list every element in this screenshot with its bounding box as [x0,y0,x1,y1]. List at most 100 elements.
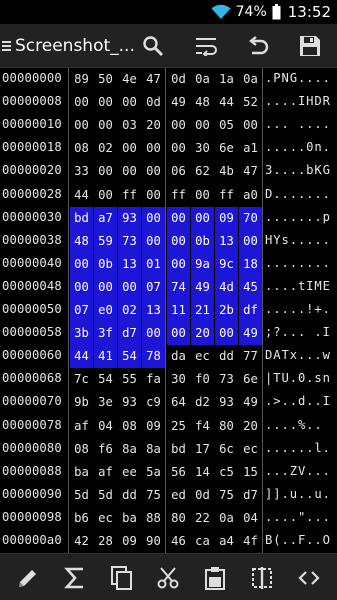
file-title[interactable]: Screenshot_... [15,36,135,56]
hex-byte-selected[interactable]: d7 [118,322,141,346]
hex-byte[interactable]: ec [239,438,262,461]
hex-byte-selected[interactable]: 07 [70,299,93,322]
hex-byte[interactable]: 6e [239,368,262,391]
hex-byte[interactable]: 52 [239,91,262,114]
hex-byte[interactable]: af [94,461,117,484]
hex-byte[interactable]: 05 [215,114,238,137]
hex-byte[interactable]: 46 [167,530,190,553]
hex-byte[interactable]: 75 [142,484,165,507]
hex-byte[interactable]: 93 [118,391,141,414]
hex-byte[interactable]: 6c [215,438,238,461]
hex-byte[interactable]: 15 [239,461,262,484]
hex-byte[interactable]: 47 [239,160,262,183]
hex-byte[interactable]: 00 [118,137,141,160]
hex-byte[interactable]: 89 [70,68,93,91]
hex-byte-selected[interactable]: 00 [215,322,238,346]
hex-byte[interactable]: 75 [215,484,238,507]
hex-byte-selected[interactable]: 00 [118,275,141,299]
hex-byte-selected[interactable]: 00 [167,229,190,253]
hex-byte[interactable]: 04 [239,507,262,530]
hex-byte-selected[interactable]: 01 [142,252,165,276]
hex-byte-selected[interactable]: 21 [191,299,214,322]
hex-row[interactable]: 00000010 00 00 03 20 00 00 05 00... .... [0,114,337,137]
hex-byte[interactable]: 0a [239,68,262,91]
hex-grid[interactable]: 00000000 89 50 4e 47 0d 0a 1a 0a .PNG.... 00000008… [0,68,337,553]
hex-byte[interactable]: 0d [142,91,165,114]
hex-byte[interactable]: 3e [94,391,117,414]
hex-byte-selected[interactable]: 00 [142,322,165,346]
ascii-text[interactable]: ...."... [265,510,331,524]
hex-byte[interactable]: a1 [239,137,262,160]
hex-byte[interactable]: ee [118,461,141,484]
hex-row[interactable]: 00000098 b6 ec ba 88 80 22 0a 04 ...."... [0,507,337,530]
save-button[interactable] [290,24,330,68]
hex-byte[interactable]: 00 [167,114,190,137]
hex-byte[interactable]: 03 [118,114,141,137]
hex-byte[interactable]: 00 [167,137,190,160]
split-button[interactable] [242,554,282,600]
hex-byte[interactable]: d2 [191,391,214,414]
hex-byte[interactable]: 88 [142,507,165,530]
hex-byte[interactable]: 04 [94,415,117,438]
hex-byte[interactable]: 09 [142,415,165,438]
hex-byte[interactable]: f4 [191,415,214,438]
hex-byte[interactable]: 22 [191,507,214,530]
hex-byte-selected[interactable]: a7 [94,206,117,230]
hex-byte-selected[interactable]: 41 [94,345,117,369]
hex-byte-selected[interactable]: 0b [94,252,117,276]
hex-byte-selected[interactable]: 02 [118,299,141,322]
hex-byte[interactable]: 77 [239,345,262,368]
hex-row[interactable]: 00000018 08 02 00 00 00 30 6e a1 .....0n. [0,137,337,160]
ascii-text[interactable]: .>..d..I [265,394,331,408]
hex-byte-selected[interactable]: 3f [94,322,117,346]
hex-byte[interactable]: 49 [239,391,262,414]
hex-byte[interactable]: 7c [70,368,93,391]
hex-byte[interactable]: 4e [118,68,141,91]
hex-byte-selected[interactable]: 00 [142,206,165,230]
hex-byte[interactable]: 5d [94,484,117,507]
hex-row[interactable]: 000000a0 42 28 09 90 46 ca a4 4f B(..F..O [0,530,337,553]
hex-byte[interactable]: 80 [215,415,238,438]
hex-byte[interactable]: 5d [70,484,93,507]
hex-byte[interactable]: 1a [215,68,238,91]
hex-row[interactable]: 00000020 33 00 00 00 06 62 4b 47 3....bKG [0,160,337,183]
hex-byte-selected[interactable]: 49 [239,322,262,346]
hex-byte[interactable]: 08 [70,137,93,160]
hex-byte-selected[interactable]: 00 [70,252,93,276]
hex-byte[interactable]: bd [167,438,190,461]
hex-byte[interactable]: 00 [239,114,262,137]
hex-byte[interactable]: 4f [239,530,262,553]
hex-byte-selected[interactable]: 07 [142,275,165,299]
hex-byte[interactable]: 00 [94,91,117,114]
hex-row[interactable]: 00000048 00 00 00 07 74 49 4d 45 ....tIME [0,275,337,299]
hex-row[interactable]: 00000078 af 04 08 09 25 f4 80 20....%.. [0,415,337,438]
hex-byte[interactable]: c5 [215,461,238,484]
hex-byte-selected[interactable]: 13 [118,252,141,276]
hex-byte-selected[interactable]: 13 [142,299,165,322]
hex-byte-selected[interactable]: 3b [70,322,93,346]
hex-byte-selected[interactable]: 9c [215,252,238,276]
hex-byte[interactable]: ca [191,530,214,553]
hex-byte-selected[interactable]: 9a [191,252,214,276]
hex-byte[interactable]: 62 [191,160,214,183]
hex-byte[interactable]: fa [142,368,165,391]
hex-byte[interactable]: 08 [118,415,141,438]
hex-byte[interactable]: 00 [191,184,214,207]
hex-byte[interactable]: 6e [215,137,238,160]
hex-byte[interactable]: f6 [94,438,117,461]
hex-byte[interactable]: 09 [118,530,141,553]
hex-byte-selected[interactable]: 00 [94,275,117,299]
hex-row[interactable]: 00000090 5d 5d dd 75 ed 0d 75 d7]].u..u. [0,484,337,507]
hex-byte[interactable]: 0d [167,68,190,91]
hex-byte[interactable]: dd [118,484,141,507]
hex-byte[interactable]: 93 [215,391,238,414]
copy-button[interactable] [102,554,142,600]
hex-byte-selected[interactable]: bd [70,206,93,230]
hex-byte[interactable]: ba [118,507,141,530]
ascii-text[interactable]: .......p [265,210,331,224]
hex-byte[interactable]: 00 [94,114,117,137]
sum-button[interactable] [55,554,95,600]
edit-button[interactable] [8,554,48,600]
hex-byte[interactable]: 54 [94,368,117,391]
hex-byte[interactable]: 47 [142,68,165,91]
